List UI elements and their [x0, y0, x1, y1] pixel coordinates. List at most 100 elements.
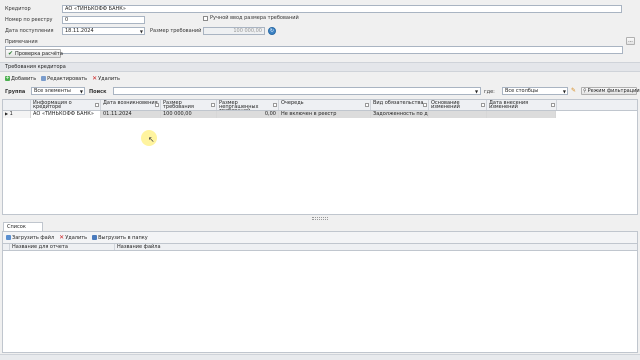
- claim-size-field: 100 000,00: [203, 27, 265, 35]
- check-calc-label: Проверка расчёта: [15, 50, 63, 57]
- row-number: 1: [9, 111, 13, 117]
- splitter-handle[interactable]: [312, 217, 328, 220]
- column-header-label: Информация о кредиторе: [33, 100, 72, 110]
- claims-section-title: Требования кредитора: [5, 64, 66, 70]
- search-options-icon[interactable]: ▼: [475, 89, 478, 94]
- column-header[interactable]: Дата возникновения: [101, 100, 161, 110]
- column-header-label: Дата внесения изменений: [489, 100, 529, 110]
- column-header-label: Вид обязательства: [373, 100, 424, 106]
- export-folder-button[interactable]: Выгрузить в папку: [92, 235, 148, 241]
- column-header[interactable]: Название файла: [115, 244, 637, 250]
- checkbox-box[interactable]: [203, 15, 208, 21]
- files-tab[interactable]: Список файлов: [3, 222, 43, 238]
- column-filter-icon[interactable]: [273, 103, 277, 107]
- column-header-label: Размер требования: [163, 100, 194, 110]
- search-label: Поиск: [89, 89, 107, 95]
- manual-input-checkbox[interactable]: Ручной ввод размера требований: [203, 15, 299, 21]
- mouse-cursor-icon: ↖: [148, 135, 155, 144]
- receipt-date-value: 18.11.2024: [65, 28, 94, 34]
- notes-ellipsis-button[interactable]: ...: [626, 37, 635, 45]
- files-toolbar: Загрузить файл ✕ Удалить Выгрузить в пап…: [3, 232, 637, 243]
- upload-icon: [6, 235, 11, 240]
- status-bar: [0, 354, 640, 360]
- group-select[interactable]: Все элементы ▼: [31, 87, 85, 95]
- creditor-label: Кредитор: [5, 6, 31, 12]
- filter-mode-button[interactable]: ⚲ Режим фильтрации: [581, 87, 640, 95]
- claims-grid: Информация о кредиторе Дата возникновени…: [2, 99, 638, 215]
- amount-cell[interactable]: 100 000,00: [161, 111, 217, 118]
- receipt-date-field[interactable]: 18.11.2024 ▼: [62, 27, 145, 35]
- group-label: Группа: [5, 89, 26, 95]
- files-grid-header: Название для отчета Название файла: [3, 243, 637, 251]
- column-header[interactable]: Очередь: [279, 100, 371, 110]
- delete-label: Удалить: [98, 75, 120, 82]
- table-row[interactable]: ▶ 1 АО «ТИНЬКОФФ БАНК» 01.11.2024 100 00…: [3, 111, 556, 118]
- delete-icon: ✕: [59, 234, 65, 241]
- filter-icon: ⚲: [583, 88, 587, 94]
- delete-file-button[interactable]: ✕ Удалить: [59, 234, 87, 241]
- upload-file-label: Загрузить файл: [12, 234, 55, 241]
- column-header-label: Название файла: [117, 244, 161, 250]
- search-input[interactable]: [113, 87, 481, 95]
- claims-section-header: Требования кредитора: [0, 62, 640, 72]
- column-filter-icon[interactable]: [365, 103, 369, 107]
- row-indicator[interactable]: ▶ 1: [3, 111, 31, 118]
- delete-button[interactable]: ✕ Удалить: [92, 75, 120, 82]
- notes-field[interactable]: [5, 46, 623, 54]
- column-filter-icon[interactable]: [211, 103, 215, 107]
- column-header[interactable]: Дата внесения изменений: [487, 100, 557, 110]
- group-select-value: Все элементы: [34, 88, 71, 94]
- date-cell[interactable]: 01.11.2024: [101, 111, 161, 118]
- registry-number-label: Номер по реестру: [5, 17, 53, 23]
- clear-search-icon[interactable]: ✎: [571, 87, 579, 95]
- notes-label: Примечания: [5, 39, 38, 45]
- column-header[interactable]: Информация о кредиторе: [31, 100, 101, 110]
- column-header-label: Очередь: [281, 100, 304, 106]
- upload-file-button[interactable]: Загрузить файл: [6, 235, 54, 241]
- add-label: Добавить: [11, 75, 37, 82]
- row-indicator-header: [3, 244, 10, 250]
- row-indicator-header: [3, 100, 31, 110]
- column-header-label: Название для отчета: [12, 244, 68, 250]
- check-calc-button[interactable]: ✔ Проверка расчёта: [5, 49, 63, 58]
- column-header-label: Дата возникновения: [103, 100, 158, 106]
- calendar-icon[interactable]: ▼: [140, 29, 143, 34]
- where-select[interactable]: Все столбцы ▼: [502, 87, 568, 95]
- chevron-down-icon[interactable]: ▼: [80, 89, 83, 94]
- delete-file-label: Удалить: [65, 234, 88, 241]
- creditor-cell[interactable]: АО «ТИНЬКОФФ БАНК»: [31, 111, 101, 118]
- change-date-cell[interactable]: [487, 111, 556, 118]
- where-label: где:: [484, 89, 495, 95]
- refresh-icon[interactable]: ↻: [268, 27, 276, 35]
- queue-cell[interactable]: Не включен в реестр: [279, 111, 371, 118]
- column-header[interactable]: Название для отчета: [10, 244, 115, 250]
- edit-button[interactable]: Редактировать: [41, 76, 87, 82]
- column-header[interactable]: Вид обязательства: [371, 100, 429, 110]
- chevron-down-icon[interactable]: ▼: [563, 89, 566, 94]
- receipt-date-label: Дата поступления: [5, 28, 54, 34]
- add-icon: +: [5, 75, 10, 81]
- column-header[interactable]: Размер непогашенных требований: [217, 100, 279, 110]
- basis-cell[interactable]: [429, 111, 487, 118]
- delete-icon: ✕: [92, 75, 98, 82]
- claims-toolbar: + Добавить Редактировать ✕ Удалить: [5, 74, 125, 83]
- obligation-cell[interactable]: Задолженность по д...: [371, 111, 429, 118]
- registry-number-field[interactable]: 0: [62, 16, 145, 24]
- creditor-field[interactable]: АО «ТИНЬКОФФ БАНК»: [62, 5, 622, 13]
- unpaid-cell[interactable]: 0,00: [217, 111, 279, 118]
- column-filter-icon[interactable]: [423, 103, 427, 107]
- column-filter-icon[interactable]: [95, 103, 99, 107]
- column-header-label: Размер непогашенных требований: [219, 100, 259, 111]
- column-filter-icon[interactable]: [155, 103, 159, 107]
- files-panel: Загрузить файл ✕ Удалить Выгрузить в пап…: [2, 231, 638, 353]
- column-header[interactable]: Размер требования: [161, 100, 217, 110]
- claims-grid-header: Информация о кредиторе Дата возникновени…: [3, 100, 637, 111]
- edit-label: Редактировать: [47, 75, 88, 82]
- add-button[interactable]: + Добавить: [5, 76, 36, 82]
- manual-input-label: Ручной ввод размера требований: [210, 15, 299, 21]
- export-folder-label: Выгрузить в папку: [98, 234, 148, 241]
- column-filter-icon[interactable]: [481, 103, 485, 107]
- claim-size-label: Размер требований: [150, 28, 202, 34]
- column-header[interactable]: Основание изменений: [429, 100, 487, 110]
- column-filter-icon[interactable]: [551, 103, 555, 107]
